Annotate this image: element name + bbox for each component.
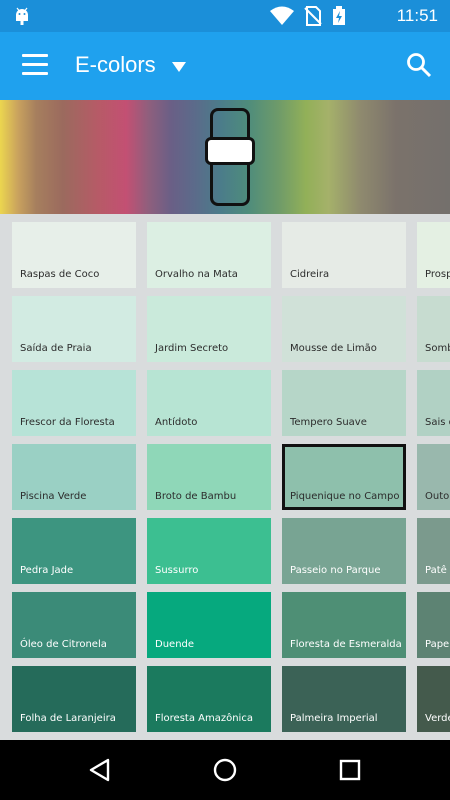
swatch-name: Papel [425,639,450,650]
color-swatch[interactable]: Passeio no Parque [282,518,406,584]
color-swatch[interactable]: Raspas de Coco [12,222,136,288]
color-swatch[interactable]: Óleo de Citronela [12,592,136,658]
swatch-name: Prosp [425,269,450,280]
color-swatch[interactable]: Broto de Bambu [147,444,271,510]
battery-charging-icon [333,6,345,25]
color-swatch[interactable]: Sais d [417,370,450,436]
color-swatch[interactable]: Sussurro [147,518,271,584]
color-swatch[interactable]: Antídoto [147,370,271,436]
color-swatch[interactable]: Somb [417,296,450,362]
swatch-name: Orvalho na Mata [155,269,238,280]
color-swatch[interactable]: Folha de Laranjeira [12,666,136,732]
color-swatch[interactable]: Piquenique no Campo [282,444,406,510]
slider-handle-icon[interactable] [205,137,255,165]
color-swatch[interactable]: Papel [417,592,450,658]
caret-down-icon[interactable] [172,62,186,72]
color-swatch[interactable]: Floresta de Esmeralda [282,592,406,658]
swatch-name: Passeio no Parque [290,565,381,576]
swatch-name: Piquenique no Campo [290,491,400,502]
wifi-icon [270,6,294,25]
color-swatch[interactable]: Tempero Suave [282,370,406,436]
swatch-name: Patê d [425,565,450,576]
swatch-name: Raspas de Coco [20,269,100,280]
color-swatch[interactable]: Verde [417,666,450,732]
hamburger-menu-icon[interactable] [22,54,48,76]
swatch-column: Prosp Somb Sais d Outon Patê d Papel Verde [417,222,450,740]
swatch-name: Verde [425,713,450,724]
home-circle-icon[interactable] [211,756,239,784]
swatch-name: Pedra Jade [20,565,74,576]
color-swatch[interactable]: Pedra Jade [12,518,136,584]
color-swatch[interactable]: Floresta Amazônica [147,666,271,732]
swatch-name: Antídoto [155,417,198,428]
no-sim-icon [304,6,322,26]
color-swatch[interactable]: Cidreira [282,222,406,288]
swatch-name: Somb [425,343,450,354]
swatch-name: Tempero Suave [290,417,367,428]
navigation-bar [0,740,450,800]
swatch-column: Cidreira Mousse de Limão Tempero Suave Piqu… [282,222,406,740]
color-swatch[interactable]: Outon [417,444,450,510]
color-swatch[interactable]: Frescor da Floresta [12,370,136,436]
color-swatch[interactable]: Duende [147,592,271,658]
swatch-name: Palmeira Imperial [290,713,378,724]
color-swatch[interactable]: Patê d [417,518,450,584]
back-triangle-icon[interactable] [86,756,114,784]
search-icon[interactable] [406,52,432,78]
color-swatch[interactable]: Saída de Praia [12,296,136,362]
color-swatch[interactable]: Piscina Verde [12,444,136,510]
color-swatch[interactable]: Orvalho na Mata [147,222,271,288]
color-swatch[interactable]: Jardim Secreto [147,296,271,362]
android-icon [16,7,28,25]
swatch-name: Sais d [425,417,450,428]
swatch-name: Óleo de Citronela [20,639,107,650]
swatch-name: Saída de Praia [20,343,92,354]
swatch-name: Cidreira [290,269,330,280]
swatch-name: Outon [425,491,450,502]
status-time: 11:51 [396,6,438,25]
app-title[interactable]: E-colors [75,52,156,78]
swatch-name: Floresta de Esmeralda [290,639,402,650]
color-swatch[interactable]: Prosp [417,222,450,288]
swatch-name: Duende [155,639,195,650]
recents-square-icon[interactable] [336,756,364,784]
swatch-column: Raspas de Coco Saída de Praia Frescor da F… [12,222,136,740]
swatch-name: Piscina Verde [20,491,87,502]
swatch-grid: Raspas de Coco Saída de Praia Frescor da F… [0,214,450,740]
color-swatch[interactable]: Mousse de Limão [282,296,406,362]
app-bar: E-colors [0,32,450,100]
swatch-name: Folha de Laranjeira [20,713,116,724]
swatch-column: Orvalho na Mata Jardim Secreto Antídoto Bro… [147,222,271,740]
swatch-name: Broto de Bambu [155,491,237,502]
swatch-name: Sussurro [155,565,199,576]
swatch-name: Jardim Secreto [155,343,229,354]
color-swatch[interactable]: Palmeira Imperial [282,666,406,732]
swatch-name: Floresta Amazônica [155,713,253,724]
swatch-name: Frescor da Floresta [20,417,115,428]
swatch-name: Mousse de Limão [290,343,377,354]
status-bar: 11:51 [0,0,450,32]
